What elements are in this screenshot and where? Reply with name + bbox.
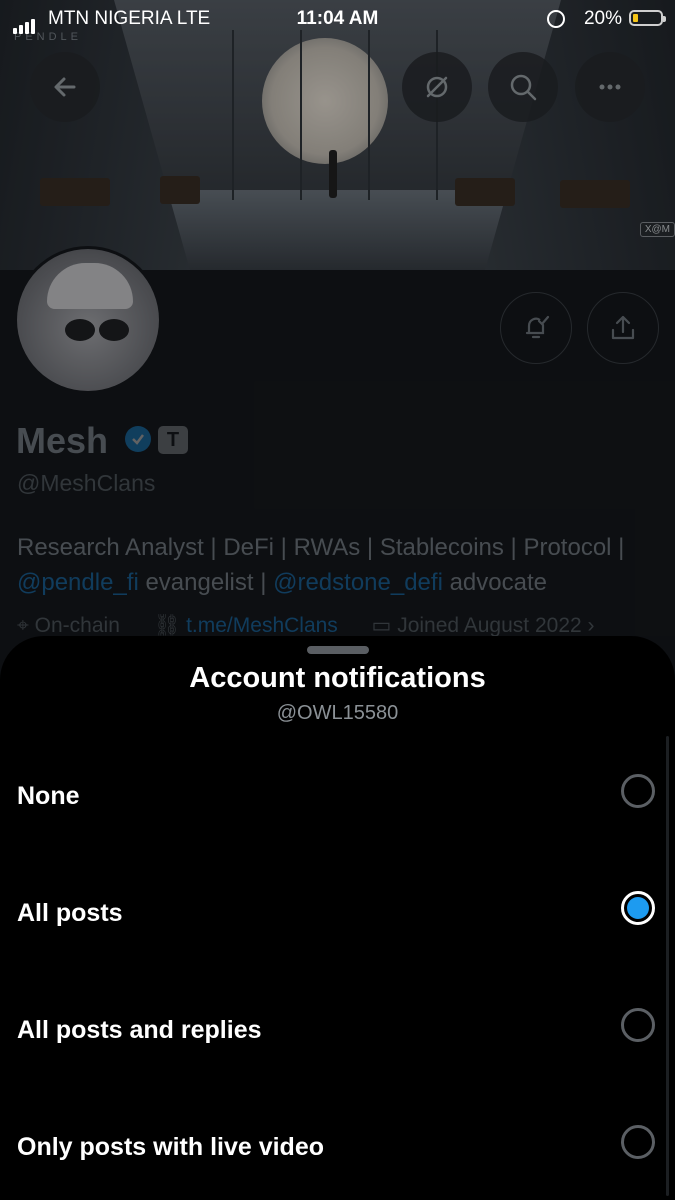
sheet-title: Account notifications (189, 662, 486, 694)
bio-text: Research Analyst | DeFi | RWAs | Stablec… (17, 534, 625, 561)
avatar-cap (47, 263, 133, 309)
banner-chair (40, 178, 110, 206)
radio-button[interactable] (621, 1008, 655, 1042)
radio-button[interactable] (621, 891, 655, 925)
battery-fill (633, 14, 638, 22)
banner-window-frame (232, 30, 234, 200)
bell-check-icon (525, 315, 550, 339)
slash-circle-icon (426, 76, 448, 98)
location-icon: ⌖ (17, 614, 29, 637)
sheet-drag-handle[interactable] (307, 646, 369, 654)
grok-button[interactable] (402, 52, 472, 122)
verified-badge-icon[interactable] (125, 426, 151, 452)
bio-mention-link[interactable]: @redstone_defi (273, 569, 443, 596)
affiliate-badge[interactable]: T (158, 426, 188, 454)
banner-watermark: X@M (639, 222, 675, 237)
option-all-posts-and-replies[interactable]: All posts and replies (0, 980, 675, 1080)
option-label: Only posts with live video (17, 1133, 325, 1161)
bio-text: evangelist | (138, 569, 274, 596)
profile-bio: Research Analyst | DeFi | RWAs | Stablec… (17, 530, 667, 600)
profile-joined-date: Joined August 2022 (397, 614, 582, 637)
battery-icon (629, 10, 666, 26)
calendar-icon: ▭ (371, 614, 392, 637)
profile-handle: @MeshClans (17, 470, 156, 496)
option-none[interactable]: None (0, 746, 675, 846)
clock-time: 11:04 AM (296, 8, 379, 29)
option-only-live-video[interactable]: Only posts with live video (0, 1097, 675, 1197)
avatar[interactable] (14, 246, 162, 394)
notifications-bell-button[interactable] (500, 292, 572, 364)
share-button[interactable] (587, 292, 659, 364)
profile-website-link[interactable]: t.me/MeshClans (186, 614, 338, 637)
banner-figure (329, 150, 337, 198)
banner-window-frame (300, 30, 302, 200)
radio-button[interactable] (621, 774, 655, 808)
banner-window-frame (368, 30, 370, 200)
option-all-posts[interactable]: All posts (0, 863, 675, 963)
chevron-right-icon[interactable]: › (588, 614, 595, 637)
profile-name: Mesh (16, 420, 109, 461)
link-icon: ⛓ (153, 614, 181, 637)
banner-chair (455, 178, 515, 206)
more-button[interactable] (575, 52, 645, 122)
back-button[interactable] (30, 52, 100, 122)
avatar-glasses (65, 319, 135, 341)
search-button[interactable] (488, 52, 558, 122)
arrow-left-icon (54, 77, 76, 97)
option-label: All posts (17, 899, 123, 927)
profile-banner: PENDLE X@M (0, 0, 675, 270)
share-icon (611, 315, 635, 340)
radio-button[interactable] (621, 1125, 655, 1159)
more-icon (599, 84, 621, 90)
account-notifications-sheet: Account notifications @OWL15580 None All… (0, 636, 675, 1200)
battery-percent: 20% (583, 8, 622, 29)
option-label: None (17, 782, 80, 810)
banner-chair (160, 176, 200, 204)
avatar-image (17, 249, 159, 391)
option-label: All posts and replies (17, 1016, 262, 1044)
sheet-subtitle: @OWL15580 (276, 702, 399, 724)
bio-mention-link[interactable]: @pendle_fi (17, 569, 139, 596)
bio-text: advocate (442, 569, 547, 596)
banner-chair (560, 180, 630, 208)
profile-location: On-chain (34, 614, 120, 637)
search-icon (510, 74, 537, 101)
orientation-lock-icon (547, 10, 565, 28)
status-bar: MTN NIGERIA LTE 11:04 AM 20% (0, 0, 675, 38)
profile-meta-row: ⌖ On-chain ⛓ t.me/MeshClans ▭ Joined Aug… (17, 613, 595, 638)
